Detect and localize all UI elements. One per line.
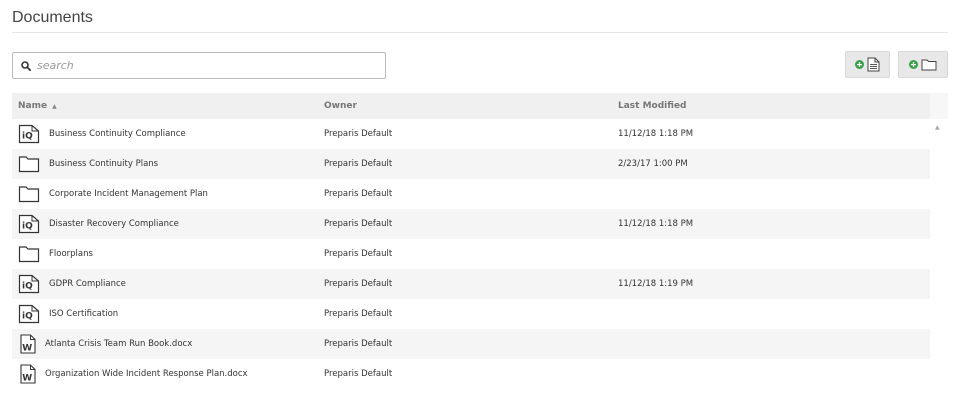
table-row[interactable]: iQ Business Continuity Compliance Preparis…	[12, 119, 930, 149]
svg-text:W: W	[22, 344, 32, 354]
table-row[interactable]: Business Continuity Plans Preparis Defaul…	[12, 149, 930, 179]
iq-compliance-icon: iQ	[18, 214, 40, 234]
column-header-owner[interactable]: Owner	[324, 93, 357, 119]
row-name[interactable]: Business Continuity Compliance	[49, 129, 186, 139]
folder-icon	[18, 244, 40, 264]
row-last-modified: 2/23/17 1:00 PM	[618, 159, 688, 169]
scroll-up-icon[interactable]: ▲	[935, 124, 940, 131]
iq-compliance-icon: iQ	[18, 304, 40, 324]
svg-text:iQ: iQ	[22, 132, 33, 142]
row-owner: Preparis Default	[324, 339, 393, 349]
sort-ascending-icon: ▲	[52, 102, 57, 110]
iq-compliance-icon: iQ	[18, 124, 40, 144]
row-owner: Preparis Default	[324, 159, 393, 169]
table-row[interactable]: iQ ISO Certification Preparis Default	[12, 299, 930, 329]
table-row[interactable]: Corporate Incident Management Plan Prepar…	[12, 179, 930, 209]
search-input[interactable]	[37, 59, 357, 72]
documents-table: Name ▲ Owner Last Modified iQ Business Co…	[12, 93, 948, 414]
folder-icon	[18, 184, 40, 204]
add-icon	[909, 60, 918, 69]
column-header-last-modified[interactable]: Last Modified	[618, 93, 686, 119]
row-name[interactable]: GDPR Compliance	[49, 279, 126, 289]
add-folder-button[interactable]	[898, 51, 948, 78]
row-last-modified: 11/12/18 1:19 PM	[618, 279, 694, 289]
header-scrollbar-spacer	[930, 93, 948, 119]
search-box[interactable]	[12, 52, 386, 79]
table-row[interactable]: W Atlanta Crisis Team Run Book.docx Prepar…	[12, 329, 930, 359]
table-body: iQ Business Continuity Compliance Preparis…	[12, 119, 930, 389]
row-last-modified: 11/12/18 1:18 PM	[618, 219, 694, 229]
row-name[interactable]: Corporate Incident Management Plan	[49, 189, 208, 199]
row-name[interactable]: Disaster Recovery Compliance	[49, 219, 179, 229]
add-document-button[interactable]	[845, 51, 890, 78]
table-row[interactable]: iQ Disaster Recovery Compliance Preparis D…	[12, 209, 930, 239]
row-name[interactable]: ISO Certification	[49, 309, 118, 319]
table-row[interactable]: iQ GDPR Compliance Preparis Default 11/12/1…	[12, 269, 930, 299]
row-owner: Preparis Default	[324, 279, 393, 289]
page-title: Documents	[12, 9, 93, 26]
word-document-icon: W	[18, 364, 40, 384]
row-owner: Preparis Default	[324, 369, 393, 379]
folder-icon	[18, 154, 40, 174]
row-owner: Preparis Default	[324, 219, 393, 229]
add-icon	[855, 60, 864, 69]
row-owner: Preparis Default	[324, 309, 393, 319]
svg-text:iQ: iQ	[22, 222, 33, 232]
row-owner: Preparis Default	[324, 249, 393, 259]
column-header-name[interactable]: Name ▲	[18, 93, 57, 119]
word-document-icon: W	[18, 334, 40, 354]
row-name[interactable]: Organization Wide Incident Response Plan…	[45, 369, 248, 379]
row-name[interactable]: Atlanta Crisis Team Run Book.docx	[45, 339, 192, 349]
svg-text:iQ: iQ	[22, 312, 33, 322]
title-divider	[12, 32, 948, 33]
svg-text:iQ: iQ	[22, 282, 33, 292]
row-name[interactable]: Business Continuity Plans	[49, 159, 158, 169]
row-owner: Preparis Default	[324, 189, 393, 199]
row-name[interactable]: Floorplans	[49, 249, 93, 259]
search-icon	[21, 60, 31, 71]
row-owner: Preparis Default	[324, 129, 393, 139]
table-row[interactable]: W Organization Wide Incident Response Pla…	[12, 359, 930, 389]
folder-icon	[921, 59, 937, 71]
row-last-modified: 11/12/18 1:18 PM	[618, 129, 694, 139]
iq-compliance-icon: iQ	[18, 274, 40, 294]
table-header: Name ▲ Owner Last Modified	[12, 93, 948, 119]
svg-text:W: W	[22, 374, 32, 384]
vertical-scrollbar[interactable]: ▲	[930, 119, 948, 414]
table-row[interactable]: Floorplans Preparis Default	[12, 239, 930, 269]
document-icon	[867, 57, 880, 72]
